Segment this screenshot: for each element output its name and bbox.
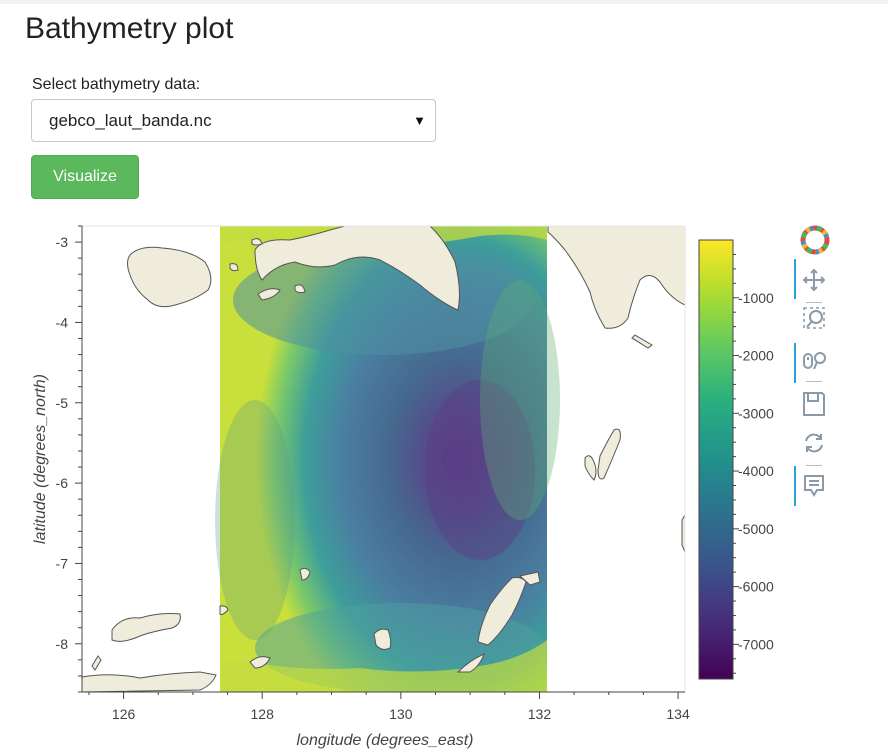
- colorbar-tick-label: -4000: [738, 463, 774, 479]
- wheel-zoom-icon[interactable]: [802, 348, 828, 379]
- y-tick-label: -5: [56, 395, 69, 411]
- ridge-west: [215, 400, 295, 640]
- y-tick-label: -8: [56, 636, 69, 652]
- save-icon[interactable]: [802, 391, 826, 422]
- x-tick-label: 134: [666, 706, 690, 722]
- x-axis-label: longitude (degrees_east): [296, 732, 473, 749]
- reset-icon[interactable]: [802, 431, 826, 460]
- y-axis-label: latitude (degrees_north): [32, 374, 49, 544]
- colorbar-tick-label: -3000: [738, 405, 774, 421]
- hover-icon[interactable]: [803, 474, 825, 503]
- colorbar-tick-label: -5000: [738, 521, 774, 537]
- x-tick-label: 130: [389, 706, 413, 722]
- toolbar-divider-3: [806, 465, 822, 466]
- y-tick-label: -3: [56, 234, 69, 250]
- toolbar-divider-2: [806, 381, 822, 382]
- y-tick-label: -7: [56, 555, 69, 571]
- x-tick-label: 128: [251, 706, 275, 722]
- y-tick-label: -6: [56, 475, 69, 491]
- colorbar-tick-label: -7000: [738, 636, 774, 652]
- bokeh-logo-icon[interactable]: [800, 225, 830, 260]
- pan-icon[interactable]: [802, 268, 826, 297]
- bathymetry-chart[interactable]: 126 128 130 132 134 -3 -4 -5 -6 -7 -8 longitude (…: [0, 0, 888, 754]
- colorbar-tick-label: -1000: [738, 290, 774, 306]
- x-tick-label: 132: [528, 706, 552, 722]
- colorbar-tick-label: -6000: [738, 579, 774, 595]
- active-tool-indicator-3: [794, 466, 796, 506]
- y-axis-ticks: -3 -4 -5 -6 -7 -8: [56, 225, 82, 693]
- ridge-east: [480, 280, 560, 520]
- box-zoom-icon[interactable]: [802, 306, 828, 337]
- y-tick-label: -4: [56, 314, 69, 330]
- active-tool-indicator-2: [794, 343, 796, 383]
- colorbar: [698, 239, 734, 680]
- x-axis-ticks: 126 128 130 132 134: [88, 692, 690, 722]
- toolbar-divider: [806, 302, 822, 303]
- colorbar-ticks: -1000 -2000 -3000 -4000 -5000 -6000 -7000: [733, 253, 774, 674]
- active-tool-indicator: [794, 259, 796, 299]
- x-tick-label: 126: [112, 706, 136, 722]
- islet-manipa: [229, 263, 239, 272]
- colorbar-tick-label: -2000: [738, 348, 774, 364]
